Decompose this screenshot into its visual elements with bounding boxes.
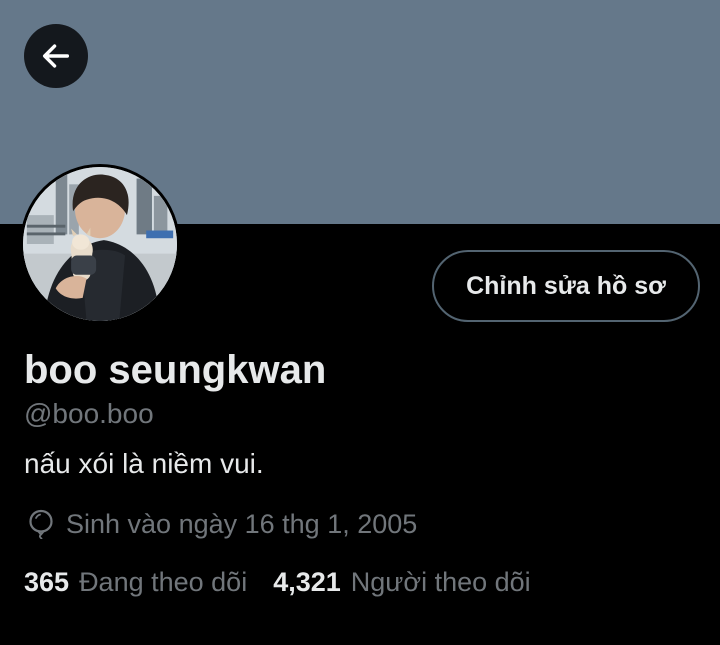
user-handle: @boo.boo — [24, 398, 154, 429]
edit-profile-button[interactable]: Chỉnh sửa hồ sơ — [432, 250, 700, 322]
following-link[interactable]: 365 Đang theo dõi — [24, 567, 247, 598]
birth-date-text: Sinh vào ngày 16 thg 1, 2005 — [66, 508, 418, 539]
arrow-left-icon — [42, 44, 70, 68]
profile-page: Chỉnh sửa hồ sơ boo seungkwan @boo.boo n… — [0, 0, 720, 645]
display-name: boo seungkwan — [24, 348, 327, 392]
following-count: 365 — [24, 566, 70, 597]
balloon-icon — [29, 509, 53, 539]
followers-label: Người theo dõi — [350, 566, 531, 597]
followers-link[interactable]: 4,321 Người theo dõi — [273, 567, 530, 598]
followers-count: 4,321 — [273, 566, 341, 597]
following-label: Đang theo dõi — [79, 566, 248, 597]
avatar-image — [23, 167, 177, 321]
follow-stats: 365 Đang theo dõi 4,321 Người theo dõi — [24, 564, 531, 600]
birth-date-row: Sinh vào ngày 16 thg 1, 2005 — [28, 506, 417, 542]
avatar[interactable] — [20, 164, 180, 324]
profile-bio: nấu xói là niềm vui. — [24, 448, 264, 479]
back-button[interactable] — [24, 24, 88, 88]
